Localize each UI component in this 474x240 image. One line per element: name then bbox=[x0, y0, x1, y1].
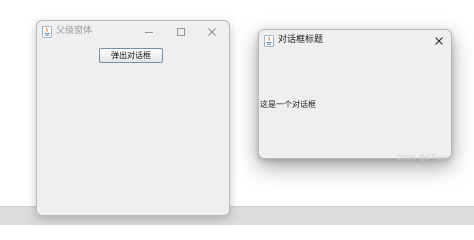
dialog-message: 这是一个对话框 bbox=[260, 100, 316, 109]
maximize-button[interactable] bbox=[173, 24, 189, 40]
maximize-icon bbox=[177, 28, 185, 36]
parent-window: 父级窗体 弹出对话框 bbox=[36, 20, 230, 216]
close-icon bbox=[208, 28, 216, 36]
parent-window-title: 父级窗体 bbox=[56, 26, 93, 36]
dialog-window-title: 对话框标题 bbox=[278, 35, 324, 45]
java-icon bbox=[42, 26, 52, 38]
minimize-button[interactable] bbox=[141, 24, 157, 40]
parent-titlebar[interactable]: 父级窗体 bbox=[37, 21, 229, 43]
minimize-icon bbox=[145, 32, 153, 33]
dialog-close-button[interactable] bbox=[431, 33, 447, 49]
parent-close-button[interactable] bbox=[204, 24, 220, 40]
open-dialog-button[interactable]: 弹出对话框 bbox=[99, 48, 163, 63]
close-icon bbox=[435, 37, 443, 45]
watermark: CSDN @0不ok! bbox=[396, 154, 448, 162]
dialog-window: 对话框标题 这是一个对话框 CSDN @0不ok! bbox=[258, 29, 452, 162]
dialog-titlebar[interactable]: 对话框标题 bbox=[259, 30, 451, 52]
java-icon bbox=[264, 35, 274, 47]
